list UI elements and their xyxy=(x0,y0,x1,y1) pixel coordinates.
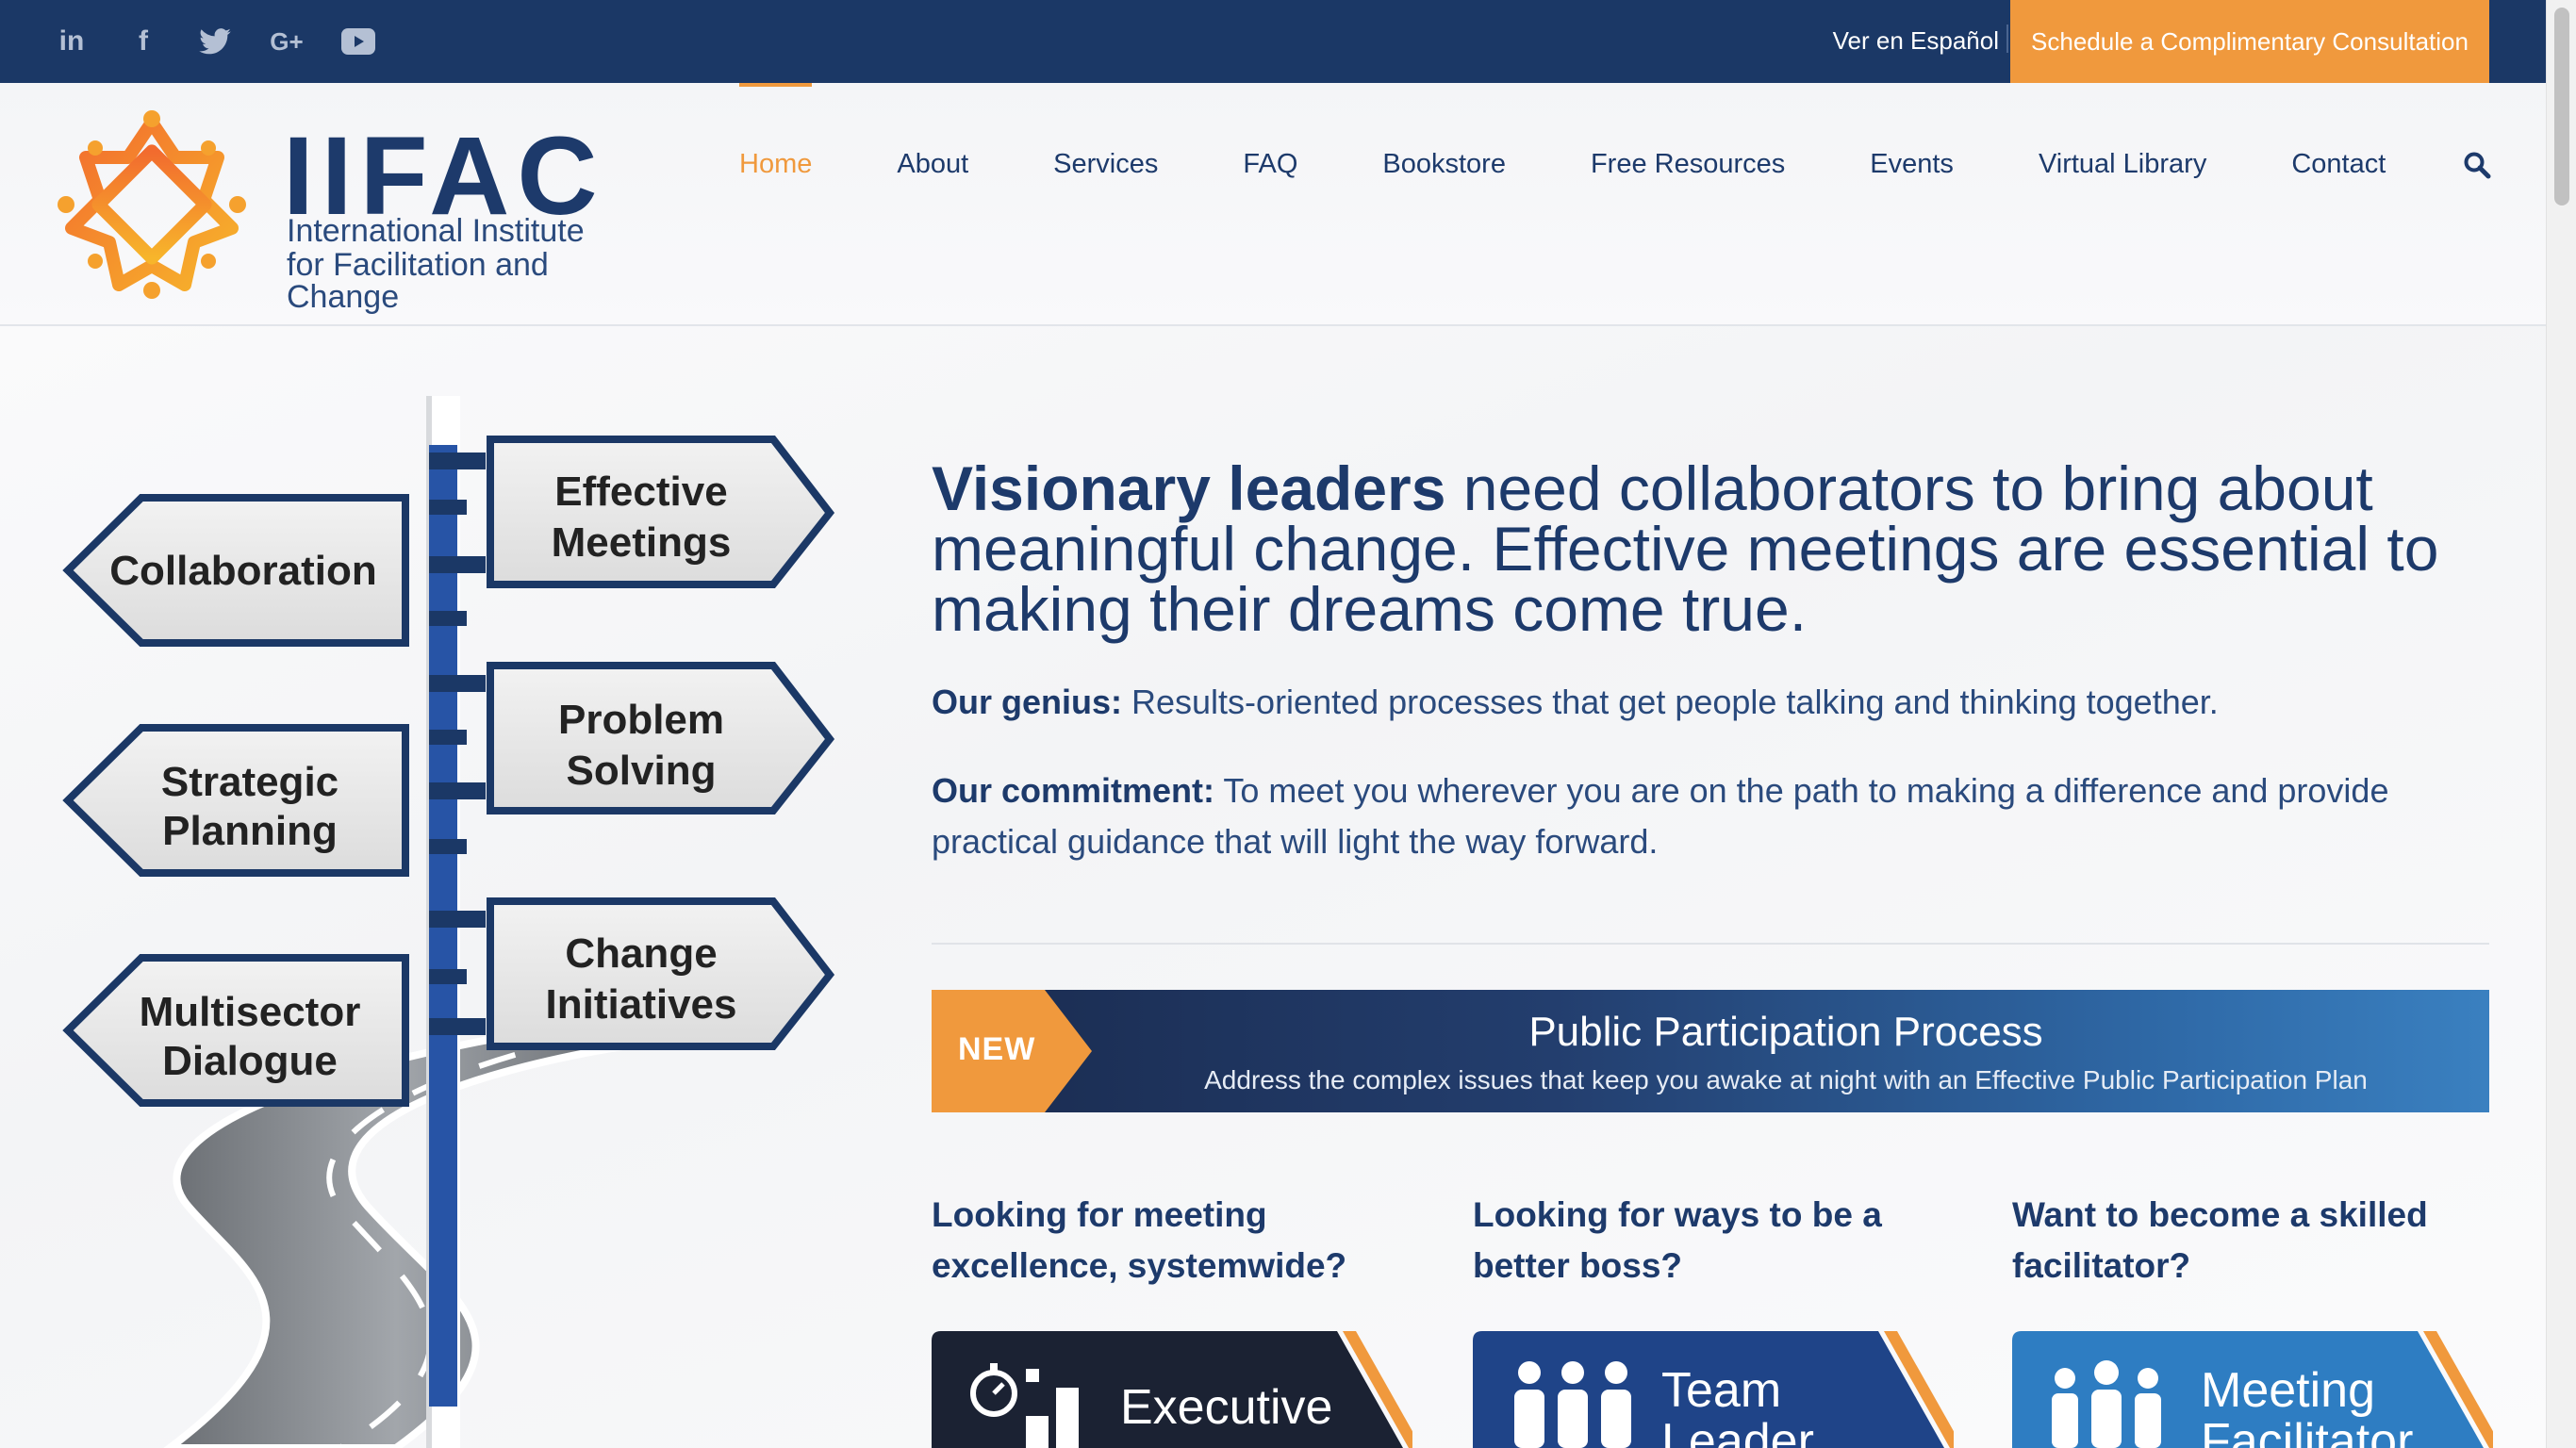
commitment-label: Our commitment: xyxy=(932,771,1215,810)
column-facilitator: Want to become a skilled facilitator? xyxy=(2012,1190,2484,1292)
column-question: Looking for ways to be a better boss? xyxy=(1473,1195,1882,1285)
sign-change-line2: Initiatives xyxy=(546,981,737,1028)
top-bar: in f G+ Ver en Español Schedule a Compli… xyxy=(0,0,2546,83)
card-label-executive: Executive xyxy=(1120,1380,1333,1435)
logo-tagline-line1: International Institute xyxy=(287,213,585,249)
intro-content: Visionary leaders need collaborators to … xyxy=(932,457,2489,945)
column-team-leader: Looking for ways to be a better boss? xyxy=(1473,1190,1944,1292)
google-plus-icon[interactable]: G+ xyxy=(268,21,305,62)
nav-free-resources[interactable]: Free Resources xyxy=(1591,149,1785,180)
public-participation-banner[interactable]: NEW Public Participation Process Address… xyxy=(932,990,2489,1112)
genius-paragraph: Our genius: Results-oriented processes t… xyxy=(932,677,2489,728)
team-leader-card[interactable]: Team Leader xyxy=(1473,1331,1954,1448)
sign-problem-line2: Solving xyxy=(567,748,717,794)
banner-subtitle: Address the complex issues that keep you… xyxy=(1204,1065,2368,1094)
nav-events[interactable]: Events xyxy=(1870,149,1954,180)
divider xyxy=(2006,25,2008,53)
headline-emphasis: Visionary leaders xyxy=(932,453,1446,523)
card-label-meeting-facilitator: Meeting Facilitator xyxy=(2201,1363,2414,1448)
sign-strategic-line1: Strategic xyxy=(161,759,339,805)
facebook-icon[interactable]: f xyxy=(124,21,162,62)
sign-problem-line1: Problem xyxy=(558,697,724,743)
column-question: Want to become a skilled facilitator? xyxy=(2012,1195,2428,1285)
sign-change-line1: Change xyxy=(565,930,717,977)
schedule-consultation-button[interactable]: Schedule a Complimentary Consultation xyxy=(2010,0,2489,83)
sign-strategic-line2: Planning xyxy=(162,808,338,854)
card-label-team-leader: Team Leader xyxy=(1661,1363,1814,1448)
meeting-icon xyxy=(2052,1360,2161,1448)
genius-label: Our genius: xyxy=(932,683,1123,721)
column-executive: Looking for meeting excellence, systemwi… xyxy=(932,1190,1403,1292)
page-headline: Visionary leaders need collaborators to … xyxy=(932,457,2489,640)
nav-home[interactable]: Home xyxy=(739,83,813,180)
search-icon[interactable] xyxy=(2463,151,2491,179)
youtube-icon[interactable] xyxy=(339,21,377,62)
genius-text: Results-oriented processes that get peop… xyxy=(1122,683,2219,721)
site-logo[interactable]: IIFAC International Institute for Facili… xyxy=(53,104,656,315)
sign-multisector-line2: Dialogue xyxy=(162,1038,338,1084)
meeting-facilitator-card[interactable]: Meeting Facilitator xyxy=(2012,1331,2493,1448)
section-divider xyxy=(932,943,2489,945)
nav-bookstore[interactable]: Bookstore xyxy=(1382,149,1506,180)
nav-services[interactable]: Services xyxy=(1053,149,1158,180)
linkedin-icon[interactable]: in xyxy=(53,21,91,62)
twitter-icon[interactable] xyxy=(196,21,234,62)
nav-virtual-library[interactable]: Virtual Library xyxy=(2039,149,2206,180)
roadmap-illustration: Collaboration Strategic Planning Multise… xyxy=(62,396,835,1448)
main-nav: Home About Services FAQ Bookstore Free R… xyxy=(739,83,2470,180)
banner-title: Public Participation Process xyxy=(1528,1009,2043,1055)
logo-tagline-line2: for Facilitation and Change xyxy=(287,247,549,315)
sign-effective-line2: Meetings xyxy=(552,519,732,566)
executive-card[interactable]: Executive xyxy=(932,1331,1412,1448)
sign-multisector-line1: Multisector xyxy=(140,989,361,1035)
nav-contact[interactable]: Contact xyxy=(2291,149,2386,180)
scrollbar-thumb[interactable] xyxy=(2554,8,2569,206)
logo-mark-icon xyxy=(58,110,246,299)
commitment-paragraph: Our commitment: To meet you wherever you… xyxy=(932,765,2489,867)
page-scrollbar[interactable] xyxy=(2546,0,2576,1448)
sign-effective-line1: Effective xyxy=(554,469,727,515)
spanish-link[interactable]: Ver en Español xyxy=(1833,26,1999,56)
nav-faq[interactable]: FAQ xyxy=(1243,149,1297,180)
sign-collaboration: Collaboration xyxy=(109,548,377,594)
team-icon xyxy=(1514,1361,1631,1448)
nav-about[interactable]: About xyxy=(897,149,968,180)
social-links: in f G+ xyxy=(53,21,377,62)
column-question: Looking for meeting excellence, systemwi… xyxy=(932,1195,1347,1285)
